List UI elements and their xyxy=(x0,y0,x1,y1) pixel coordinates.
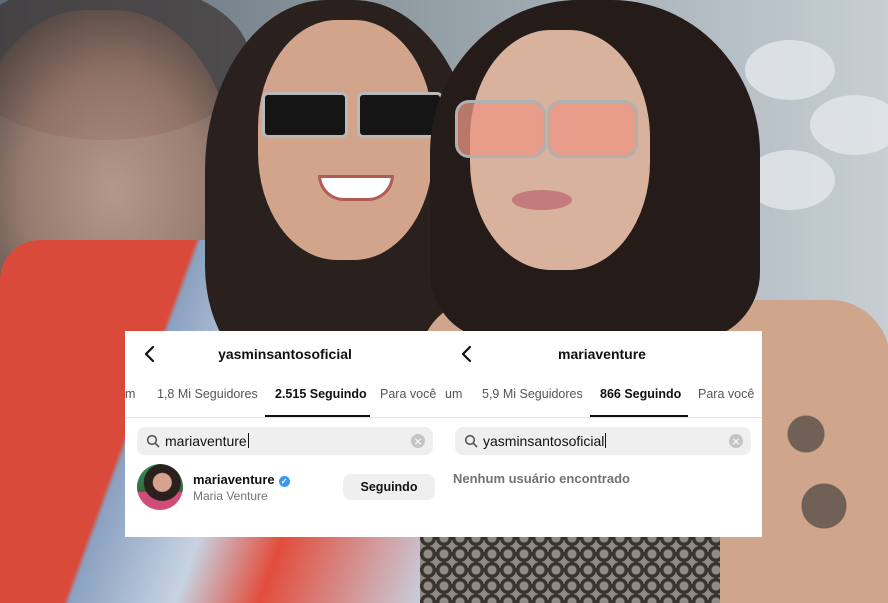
following-button[interactable]: Seguindo xyxy=(343,474,435,500)
tabs-divider xyxy=(125,417,445,418)
profile-username: yasminsantosoficial xyxy=(218,346,352,362)
avatar[interactable] xyxy=(137,464,183,510)
text-caret xyxy=(247,433,249,448)
panel-header: mariaventure xyxy=(442,331,762,377)
right-person-lips xyxy=(512,190,572,210)
following-panel-left: yasminsantosoficial m 1,8 Mi Seguidores … xyxy=(125,331,445,537)
clear-icon[interactable] xyxy=(411,434,425,448)
tab-for-you[interactable]: Para você xyxy=(698,387,754,401)
search-input[interactable]: yasminsantosoficial xyxy=(455,427,751,455)
search-value: yasminsantosoficial xyxy=(483,433,605,449)
tab-partial[interactable]: um xyxy=(445,387,462,401)
panel-header: yasminsantosoficial xyxy=(125,331,445,377)
mesh-top xyxy=(420,530,720,603)
search-icon xyxy=(146,434,160,448)
search-icon xyxy=(464,434,478,448)
text-caret xyxy=(605,433,607,448)
clear-icon[interactable] xyxy=(729,434,743,448)
arm-tattoo xyxy=(770,380,860,560)
tab-followers[interactable]: 5,9 Mi Seguidores xyxy=(482,387,583,401)
left-person-sunglasses xyxy=(262,92,443,138)
search-input[interactable]: mariaventure xyxy=(137,427,433,455)
logo-petal xyxy=(810,95,888,155)
result-username-line: mariaventure ✓ xyxy=(193,472,290,487)
tab-partial[interactable]: m xyxy=(125,387,135,401)
no-results-message: Nenhum usuário encontrado xyxy=(453,471,630,486)
verified-badge-icon: ✓ xyxy=(278,476,290,487)
tab-following[interactable]: 2.515 Seguindo xyxy=(275,387,367,401)
search-value: mariaventure xyxy=(165,433,247,449)
tab-following[interactable]: 866 Seguindo xyxy=(600,387,681,401)
profile-username: mariaventure xyxy=(558,346,646,362)
logo-petal xyxy=(745,40,835,100)
tab-followers[interactable]: 1,8 Mi Seguidores xyxy=(157,387,258,401)
tab-for-you[interactable]: Para você xyxy=(380,387,436,401)
result-username: mariaventure xyxy=(193,472,275,487)
search-value-wrap: mariaventure xyxy=(165,433,249,449)
result-full-name: Maria Venture xyxy=(193,489,268,503)
left-person-face xyxy=(258,20,433,260)
tabs-divider xyxy=(442,417,762,418)
right-person-sunglasses xyxy=(455,100,638,158)
search-value-wrap: yasminsantosoficial xyxy=(483,433,607,449)
following-panel-right: mariaventure um 5,9 Mi Seguidores 866 Se… xyxy=(442,331,762,537)
search-result-row[interactable]: mariaventure ✓ Maria Venture Seguindo xyxy=(137,464,435,512)
